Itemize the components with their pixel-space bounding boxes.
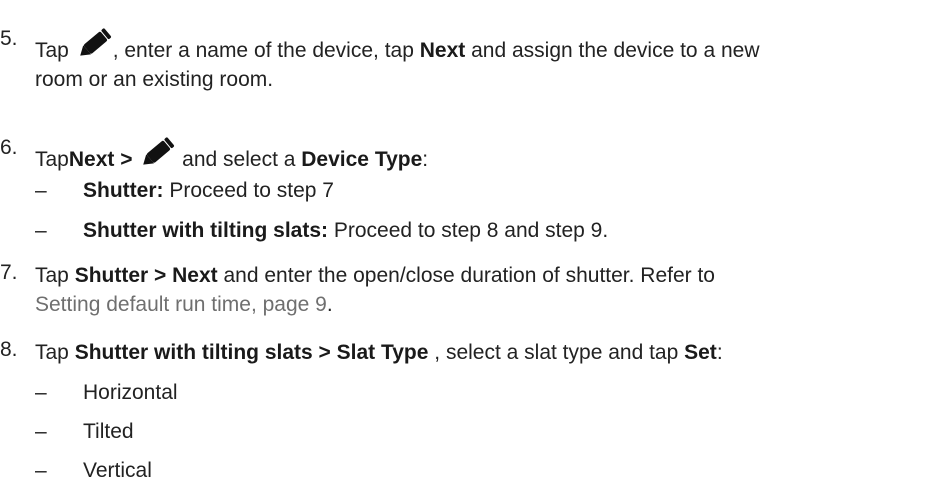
step-number: 7.: [0, 261, 18, 284]
list-item: – Shutter with tilting slats: Proceed to …: [35, 219, 609, 242]
pencil-icon: [138, 136, 176, 170]
instruction-page: 5. Tap , enter a name of the device, tap…: [0, 0, 944, 493]
step-text: Tap Shutter > Next and enter the open/cl…: [35, 264, 715, 316]
list-item: – Shutter: Proceed to step 7: [35, 179, 334, 202]
step-number: 6.: [0, 136, 18, 159]
step-text: TapNext > and select a Device Type:: [35, 136, 428, 174]
list-item: – Horizontal: [35, 381, 178, 404]
step-text: Tap , enter a name of the device, tap Ne…: [35, 27, 760, 94]
pencil-icon: [75, 27, 113, 61]
step-number: 5.: [0, 27, 18, 50]
step-text: Tap Shutter with tilting slats > Slat Ty…: [35, 341, 723, 364]
list-item: – Vertical: [35, 459, 152, 482]
list-item: – Tilted: [35, 420, 134, 443]
step-number: 8.: [0, 338, 18, 361]
cross-reference-link[interactable]: Setting default run time, page 9: [35, 293, 327, 316]
